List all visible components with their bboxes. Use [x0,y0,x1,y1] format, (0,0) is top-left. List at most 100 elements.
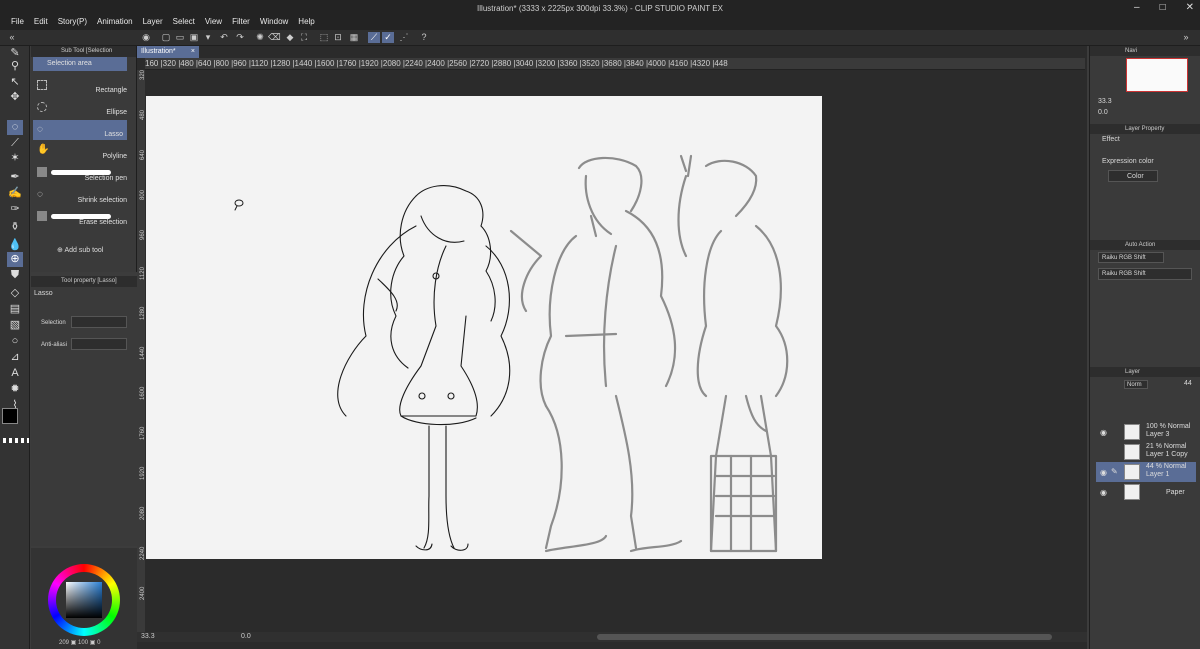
drawing-canvas[interactable] [146,96,822,559]
snap-special-icon[interactable]: ✓ [382,32,394,43]
navigator-preview[interactable] [1126,58,1188,92]
selection-mode-label: Selection [41,320,66,326]
menu-window[interactable]: Window [255,17,293,26]
subtool-shrink-selection[interactable]: ◌ Shrink selection [33,186,131,206]
pen-tool-icon[interactable]: ✒ [7,170,23,185]
deselect-icon[interactable]: ⬚ [318,32,330,43]
antialias-buttons[interactable] [71,338,127,350]
menu-layer[interactable]: Layer [138,17,168,26]
horizontal-scrollbar[interactable] [597,634,1052,640]
shape-icon[interactable]: ○ [7,334,23,349]
fill-tool-icon[interactable]: ⛊ [7,268,23,283]
zoom-icon[interactable]: ⚲ [7,59,23,74]
ruler-tick-label: 640 [140,149,145,160]
operation-icon[interactable]: ↖ [7,75,23,90]
invert-icon[interactable]: ▦ [348,32,360,43]
subtool-lasso[interactable]: ◌ Lasso [33,120,127,140]
add-subtool-button[interactable]: ⊕ Add sub tool [57,246,103,254]
subtool-selection-area[interactable]: Selection area [33,57,127,71]
edit-pen-icon: ✎ [1111,467,1118,476]
ruler-icon[interactable]: ⊿ [7,350,23,365]
layer-row-selected[interactable]: ◉ ✎ 44 % Normal Layer 1 [1096,462,1196,482]
subtool-rectangle[interactable]: Rectangle [33,76,131,96]
menu-select[interactable]: Select [168,17,200,26]
subtool-ellipse[interactable]: Ellipse [33,98,131,118]
subtool-polyline[interactable]: ✋ Polyline [33,142,131,162]
frame-icon[interactable]: ▤ [7,302,23,317]
maximize-button[interactable]: □ [1160,2,1166,13]
selection-mode-buttons[interactable] [71,316,127,328]
help-icon[interactable]: ? [418,32,430,43]
close-tab-icon[interactable]: × [191,46,195,58]
menu-animation[interactable]: Animation [92,17,138,26]
subtool-erase-selection[interactable]: Erase selection [33,208,131,228]
erase-selection-label: Erase selection [79,219,127,226]
subtool-selection-pen[interactable]: Selection pen [33,164,131,184]
minimize-button[interactable]: – [1134,2,1140,13]
menu-help[interactable]: Help [293,17,319,26]
brush-icon[interactable]: ✍ [7,186,23,201]
crop-icon[interactable]: ⊡ [332,32,344,43]
eye-icon[interactable]: ◉ [1100,488,1107,497]
polyline-label: Polyline [102,153,127,160]
eraser-icon[interactable]: ◇ [7,286,23,301]
menu-story[interactable]: Story(P) [53,17,92,26]
snap-grid-icon[interactable]: ⋰ [398,32,410,43]
eyedropper-icon[interactable]: ⟋ [7,136,23,151]
layer-row[interactable]: ◉ Paper [1096,482,1196,502]
girl-figure [337,185,511,551]
dropdown-icon[interactable]: ▾ [202,32,214,43]
eye-icon[interactable]: ◉ [1100,468,1107,477]
save-icon[interactable]: ▣ [188,32,200,43]
transparent-color-swatch[interactable] [3,438,29,443]
figure-icon[interactable]: ⊕ [7,252,23,267]
auto-action-set-select[interactable]: Raiku RGB Shift [1098,252,1164,263]
blend-icon[interactable]: ⚱ [7,220,23,235]
toolprop-header: Tool property [Lasso] [31,276,137,287]
clear-icon[interactable]: ⌫ [268,32,281,43]
opacity-value[interactable]: 44 [1184,380,1192,387]
transform-icon[interactable]: ⛶ [298,32,310,43]
ruler-tick-label: 320 [140,70,145,80]
eye-icon[interactable]: ◉ [1100,428,1107,437]
window-title: Illustration* (3333 x 2225px 300dpi 33.3… [477,4,723,13]
blend-mode-select[interactable]: Norm [1124,380,1148,389]
auto-action-item[interactable]: Raiku RGB Shift [1098,268,1192,280]
window-controls: – □ ✕ [1134,2,1194,13]
collapse-right-icon[interactable]: » [1180,32,1192,43]
open-folder-icon[interactable]: ▭ [174,32,186,43]
menu-view[interactable]: View [200,17,227,26]
navigator-zoom[interactable]: 33.3 [1098,98,1112,105]
menu-edit[interactable]: Edit [29,17,53,26]
gradient-icon[interactable]: ▧ [7,318,23,333]
menu-filter[interactable]: Filter [227,17,255,26]
saturation-square[interactable] [66,582,102,618]
undo-icon[interactable]: ↶ [218,32,230,43]
snap-ruler-icon[interactable]: ⟋ [368,32,380,43]
navigator-rotation[interactable]: 0.0 [1098,109,1108,116]
layer-row[interactable]: ◉ 100 % Normal Layer 3 [1096,422,1196,442]
close-button[interactable]: ✕ [1186,2,1194,13]
fill-icon[interactable]: ◆ [284,32,296,43]
magic-wand-icon[interactable]: ✶ [7,151,23,166]
collapse-icon[interactable]: « [6,32,18,43]
redo-icon[interactable]: ↷ [234,32,246,43]
loading-icon[interactable]: ✺ [254,32,266,43]
tab-illustration[interactable]: Illustration* × [137,46,199,58]
main-color-swatch[interactable] [2,408,18,424]
zoom-value[interactable]: 33.3 [141,632,155,642]
studio-icon[interactable]: ◉ [140,32,152,43]
balloon-icon[interactable]: ✹ [7,382,23,397]
new-file-icon[interactable]: ▢ [160,32,172,43]
drop-icon[interactable]: 💧 [7,238,23,253]
rotation-value[interactable]: 0.0 [241,632,251,642]
menu-file[interactable]: File [6,17,29,26]
text-icon[interactable]: A [7,366,23,381]
move-layer-icon[interactable]: ✥ [7,90,23,105]
airbrush-icon[interactable]: ✑ [7,202,23,217]
expression-color-select[interactable]: Color [1108,170,1158,182]
lasso-icon[interactable]: ◌ [7,120,23,135]
layer-name: Layer 1 Copy [1146,451,1188,458]
layer-row[interactable]: 21 % Normal Layer 1 Copy [1096,442,1196,462]
ruler-tick-label: 2240 [140,546,145,560]
